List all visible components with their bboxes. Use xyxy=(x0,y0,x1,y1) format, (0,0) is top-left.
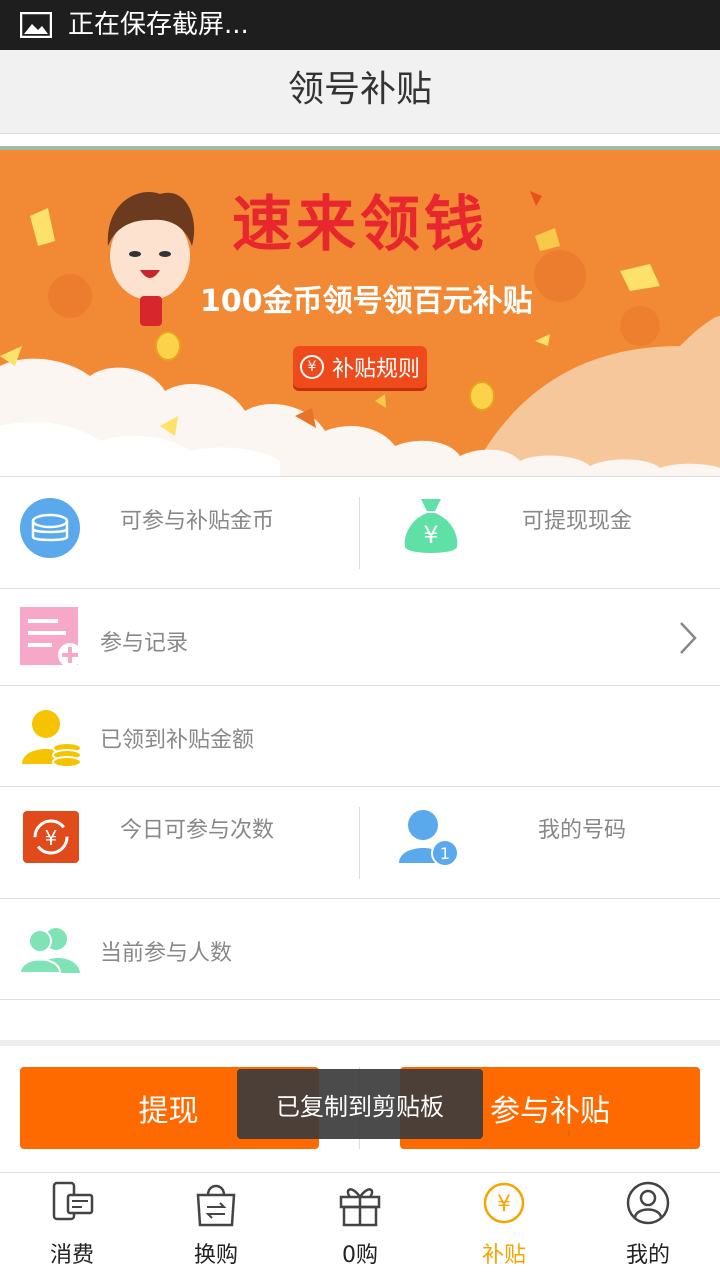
received-label: 已领到补贴金额 xyxy=(100,728,255,753)
chevron-right-icon xyxy=(680,622,697,654)
banner-subtitle: 100金币领号领百元补贴 xyxy=(200,284,533,319)
gift-icon xyxy=(339,1188,381,1227)
banner-title: 速来领钱 xyxy=(232,190,488,260)
user-coins-icon xyxy=(22,710,82,768)
section-separator xyxy=(0,1040,720,1046)
header-spacer xyxy=(0,134,720,146)
participants-row: 当前参与人数 xyxy=(0,899,720,1000)
tab-subsidy[interactable]: ¥ 补贴 xyxy=(432,1173,576,1280)
group-icon xyxy=(20,928,80,973)
page-title: 领号补贴 xyxy=(287,69,432,110)
user-icon xyxy=(626,1181,670,1225)
withdraw-label: 提现 xyxy=(138,1094,199,1129)
status-text: 正在保存截屏... xyxy=(68,10,249,40)
records-row[interactable]: 参与记录 xyxy=(0,589,720,686)
tab-label: 换购 xyxy=(193,1243,238,1268)
tab-label: 我的 xyxy=(625,1243,670,1268)
records-label: 参与记录 xyxy=(100,631,189,656)
cash-label: 可提现现金 xyxy=(522,509,633,534)
divider xyxy=(359,807,360,879)
yen-coin-icon: ¥ xyxy=(483,1182,525,1224)
svg-text:¥: ¥ xyxy=(497,1192,511,1217)
svg-text:¥: ¥ xyxy=(423,521,438,549)
status-bar: 正在保存截屏... xyxy=(0,0,720,50)
received-row: 已领到补贴金额 xyxy=(0,686,720,787)
tab-mine[interactable]: 我的 xyxy=(576,1173,720,1280)
today-label: 今日可参与次数 xyxy=(120,818,275,843)
record-icon xyxy=(20,607,82,667)
tab-label: 0购 xyxy=(342,1243,378,1268)
svg-text:1: 1 xyxy=(440,844,450,863)
join-subsidy-label: 参与补贴 xyxy=(490,1094,610,1129)
coin-stack-icon xyxy=(20,498,80,558)
yen-icon: ¥ xyxy=(299,355,324,379)
image-icon xyxy=(20,12,52,38)
divider xyxy=(359,497,360,569)
svg-text:¥: ¥ xyxy=(45,826,58,850)
tab-zero-buy[interactable]: 0购 xyxy=(288,1173,432,1280)
title-bar: 领号补贴 xyxy=(0,50,720,134)
coins-label: 可参与补贴金币 xyxy=(120,509,275,534)
tab-exchange[interactable]: 换购 xyxy=(144,1173,288,1280)
phone-card-icon xyxy=(52,1181,94,1221)
today-row: ¥ 今日可参与次数 1 我的号码 xyxy=(0,787,720,899)
tab-consume[interactable]: 消费 xyxy=(0,1173,144,1280)
subsidy-rules-button[interactable]: ¥ 补贴规则 xyxy=(293,346,427,388)
tab-label: 消费 xyxy=(49,1243,94,1268)
copied-toast: 已复制到剪贴板 xyxy=(237,1069,483,1139)
shopping-bag-icon xyxy=(196,1184,236,1227)
subsidy-rules-label: 补贴规则 xyxy=(331,357,420,382)
toast-text: 已复制到剪贴板 xyxy=(276,1092,444,1121)
promo-banner[interactable]: 速来领钱 100金币领号领百元补贴 ¥ 补贴规则 xyxy=(0,146,720,476)
yen-refresh-icon: ¥ xyxy=(23,811,79,863)
bottom-tab-bar: 消费 换购 0购 ¥ 补贴 我的 xyxy=(0,1172,720,1280)
my-number-icon: 1 xyxy=(399,810,459,867)
balance-row: 可参与补贴金币 ¥ 可提现现金 xyxy=(0,476,720,589)
money-bag-icon: ¥ xyxy=(404,499,458,553)
my-number-label: 我的号码 xyxy=(538,818,627,843)
tab-label: 补贴 xyxy=(481,1243,526,1268)
participants-label: 当前参与人数 xyxy=(100,941,233,966)
